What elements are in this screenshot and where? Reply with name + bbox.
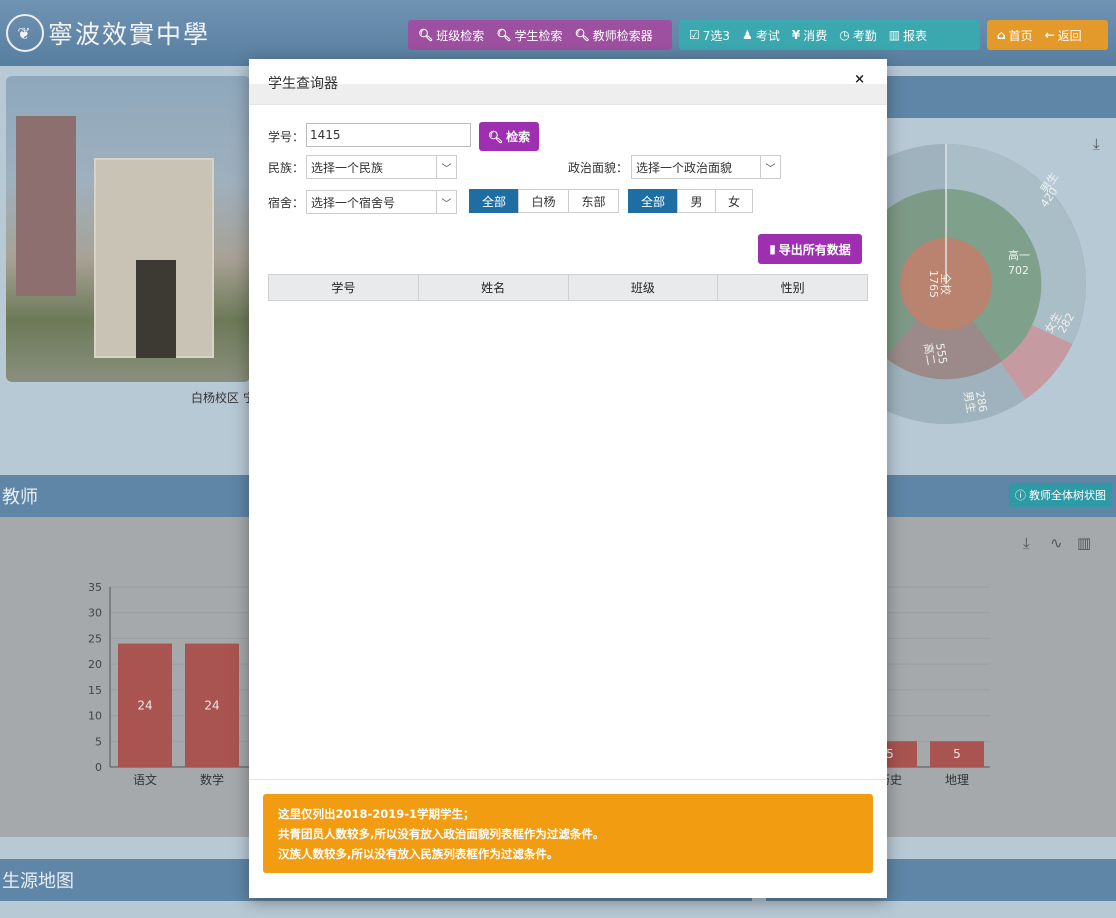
chevron-down-icon: ﹀ <box>436 156 456 178</box>
student-id-label: 学号： <box>268 130 305 144</box>
modal-title: 学生查询器 <box>268 76 338 92</box>
student-id-input[interactable] <box>306 123 471 147</box>
student-query-modal: 学生查询器 × 学号： 🔍︎ 检索 民族： 选择一个民族 ﹀ 政治面貌： 选择一… <box>249 59 887 898</box>
ethnic-label: 民族： <box>268 161 305 175</box>
file-icon: ▮ <box>769 242 776 256</box>
gender-option-female[interactable]: 女 <box>715 189 753 213</box>
column-header-gender[interactable]: 性别 <box>717 274 868 301</box>
dorm-label: 宿舍： <box>268 196 305 210</box>
results-table: 学号 姓名 班级 性别 <box>268 274 868 301</box>
chevron-down-icon: ﹀ <box>760 156 780 178</box>
campus-option-all[interactable]: 全部 <box>469 189 519 213</box>
political-label: 政治面貌： <box>568 161 629 175</box>
chevron-down-icon: ﹀ <box>436 191 456 213</box>
campus-option-east[interactable]: 东部 <box>568 189 619 213</box>
dorm-select[interactable]: 选择一个宿舍号 ﹀ <box>306 190 457 214</box>
campus-filter: 全部 白杨 东部 <box>469 189 619 213</box>
gender-option-all[interactable]: 全部 <box>628 189 678 213</box>
notice-line: 这里仅列出2018-2019-1学期学生； <box>278 807 475 821</box>
ethnic-select[interactable]: 选择一个民族 ﹀ <box>306 155 457 179</box>
modal-header: 学生查询器 × <box>249 59 887 105</box>
gender-option-male[interactable]: 男 <box>677 189 716 213</box>
export-all-button[interactable]: ▮ 导出所有数据 <box>758 234 862 264</box>
gender-filter: 全部 男 女 <box>628 189 753 213</box>
search-icon: 🔍︎ <box>487 129 504 144</box>
campus-option-baiyang[interactable]: 白杨 <box>518 189 569 213</box>
notice-line: 共青团员人数较多,所以没有放入政治面貌列表框作为过滤条件。 <box>278 827 605 841</box>
modal-footer: 这里仅列出2018-2019-1学期学生； 共青团员人数较多,所以没有放入政治面… <box>249 779 887 898</box>
notice-line: 汉族人数较多,所以没有放入民族列表框作为过滤条件。 <box>278 847 559 861</box>
column-header-name[interactable]: 姓名 <box>417 274 569 301</box>
table-header-row: 学号 姓名 班级 性别 <box>268 274 868 301</box>
close-icon[interactable]: × <box>854 72 865 87</box>
political-select[interactable]: 选择一个政治面貌 ﹀ <box>631 155 781 179</box>
column-header-class[interactable]: 班级 <box>567 274 719 301</box>
notice-box: 这里仅列出2018-2019-1学期学生； 共青团员人数较多,所以没有放入政治面… <box>263 794 873 873</box>
search-button[interactable]: 🔍︎ 检索 <box>479 122 539 151</box>
column-header-student-id[interactable]: 学号 <box>268 274 419 301</box>
